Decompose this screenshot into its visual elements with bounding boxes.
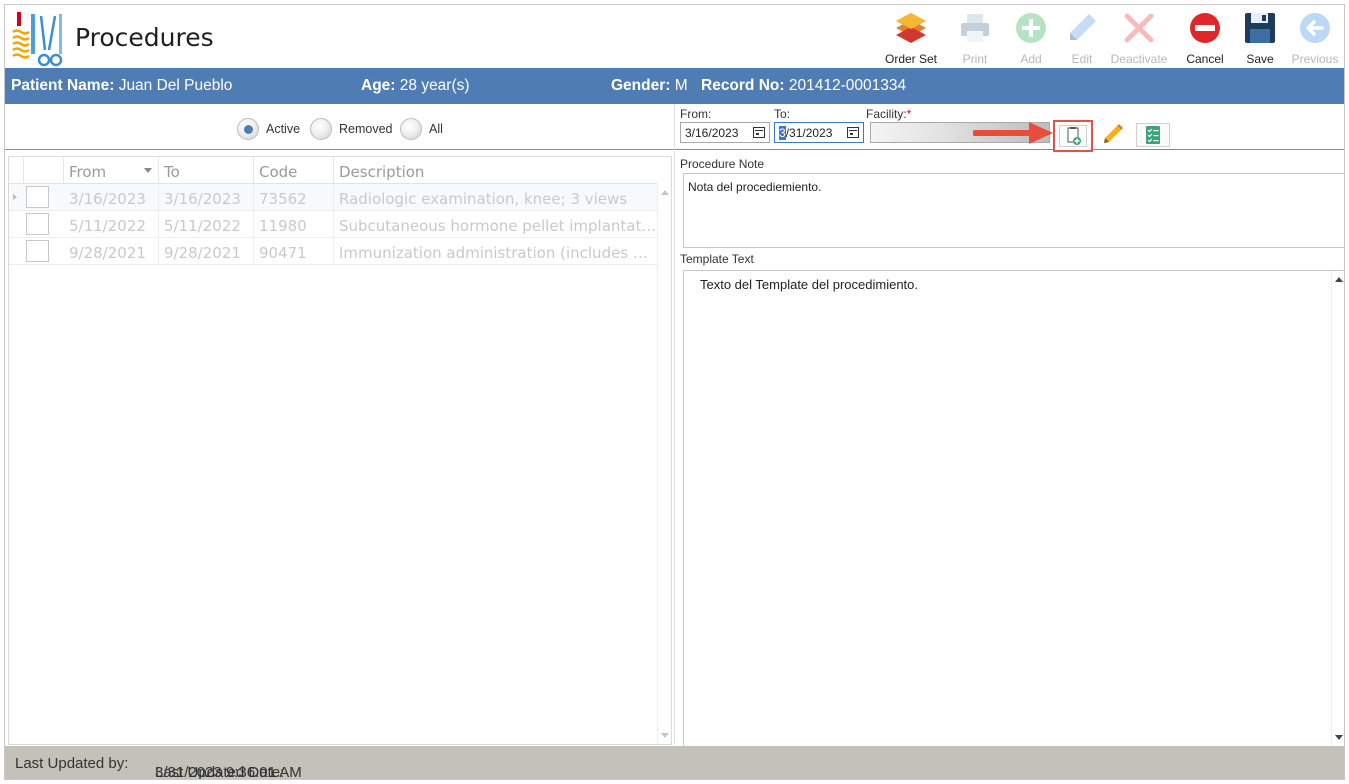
arrow-left-circle-icon bbox=[1300, 13, 1330, 43]
scroll-down-icon[interactable] bbox=[661, 733, 669, 738]
patient-name: Patient Name: Juan Del Pueblo bbox=[11, 77, 233, 94]
column-to[interactable]: To bbox=[159, 157, 254, 184]
edit-template-button[interactable] bbox=[1098, 123, 1128, 147]
table-row[interactable]: 9/28/2021 9/28/2021 90471 Immunization a… bbox=[9, 238, 657, 265]
procedure-detail-panel: From: 3/16/2023 To: 3/31/2023 Facility:* bbox=[674, 104, 1344, 747]
procedures-window: Procedures Order Set Print Add Edit Deac… bbox=[4, 4, 1345, 780]
print-button[interactable]: Print bbox=[946, 9, 1004, 67]
calendar-icon[interactable] bbox=[847, 127, 859, 138]
row-indicator-icon bbox=[13, 194, 17, 200]
table-row[interactable]: 5/11/2022 5/11/2022 11980 Subcutaneous h… bbox=[9, 211, 657, 238]
status-filter: Active Removed All bbox=[5, 104, 674, 150]
template-text-label: Template Text bbox=[680, 252, 754, 266]
row-checkbox[interactable] bbox=[26, 213, 49, 235]
status-footer: Last Updated by: Last Updated Date: 3/31… bbox=[5, 746, 1344, 779]
date-filter: From: 3/16/2023 To: 3/31/2023 Facility:* bbox=[675, 104, 1344, 152]
calendar-icon[interactable] bbox=[753, 127, 765, 138]
column-select[interactable] bbox=[24, 157, 64, 184]
deactivate-button[interactable]: Deactivate bbox=[1110, 9, 1168, 67]
order-set-button[interactable]: Order Set bbox=[882, 9, 940, 67]
page-title: Procedures bbox=[75, 23, 214, 52]
checklist-icon bbox=[1146, 126, 1160, 144]
patient-info-bar: Patient Name: Juan Del Pueblo Age: 28 ye… bbox=[5, 68, 1344, 104]
procedure-note-textarea[interactable]: Nota del procediemiento. bbox=[683, 173, 1344, 248]
scroll-up-icon[interactable] bbox=[661, 190, 669, 195]
column-description[interactable]: Description bbox=[334, 157, 657, 184]
procedures-logo-icon bbox=[12, 12, 63, 67]
sort-arrow-icon bbox=[144, 168, 152, 173]
template-scrollbar[interactable] bbox=[1331, 271, 1344, 746]
patient-age: Age: 28 year(s) bbox=[361, 77, 470, 94]
arrow-right-icon bbox=[973, 122, 1053, 144]
to-label: To: bbox=[774, 107, 791, 121]
edit-button[interactable]: Edit bbox=[1053, 9, 1111, 67]
patient-gender: Gender: M bbox=[611, 77, 688, 94]
plus-circle-icon bbox=[1016, 13, 1046, 43]
column-from[interactable]: From bbox=[64, 157, 159, 184]
to-date-input[interactable]: 3/31/2023 bbox=[774, 122, 864, 143]
procedure-note-label: Procedure Note bbox=[680, 157, 765, 171]
cancel-icon bbox=[1190, 13, 1220, 43]
pencil-icon bbox=[1104, 124, 1123, 143]
document-add-icon bbox=[1067, 127, 1081, 145]
add-template-button[interactable] bbox=[1053, 120, 1093, 152]
printer-icon bbox=[961, 14, 989, 42]
floppy-icon bbox=[1245, 13, 1275, 43]
from-label: From: bbox=[680, 107, 712, 121]
patient-record: Record No: 201412-0001334 bbox=[701, 77, 907, 94]
previous-button[interactable]: Previous bbox=[1286, 9, 1344, 67]
header: Procedures Order Set Print Add Edit Deac… bbox=[5, 5, 1344, 69]
layers-icon bbox=[896, 13, 926, 43]
pencil-icon bbox=[1070, 14, 1096, 40]
table-row[interactable]: 3/16/2023 3/16/2023 73562 Radiologic exa… bbox=[9, 184, 657, 211]
cancel-button[interactable]: Cancel bbox=[1176, 9, 1234, 67]
template-list-button[interactable] bbox=[1136, 123, 1170, 147]
grid-header: From To Code Description bbox=[9, 157, 657, 184]
row-checkbox[interactable] bbox=[26, 186, 49, 208]
column-code[interactable]: Code bbox=[254, 157, 334, 184]
from-date-input[interactable]: 3/16/2023 bbox=[680, 122, 770, 143]
scroll-down-icon[interactable] bbox=[1335, 735, 1343, 740]
grid-scrollbar[interactable] bbox=[657, 184, 671, 744]
scroll-up-icon[interactable] bbox=[1335, 277, 1343, 282]
x-icon bbox=[1124, 13, 1154, 43]
procedures-list-panel: Active Removed All From To Code Descript… bbox=[5, 104, 674, 745]
row-checkbox[interactable] bbox=[26, 240, 49, 262]
facility-label: Facility:* bbox=[866, 107, 912, 121]
save-button[interactable]: Save bbox=[1231, 9, 1289, 67]
procedures-grid: From To Code Description 3/16/2023 3/16/… bbox=[8, 156, 672, 745]
template-text-editor[interactable]: Texto del Template del procedimiento. bbox=[683, 270, 1344, 747]
last-updated-by-label: Last Updated by: bbox=[15, 755, 129, 772]
